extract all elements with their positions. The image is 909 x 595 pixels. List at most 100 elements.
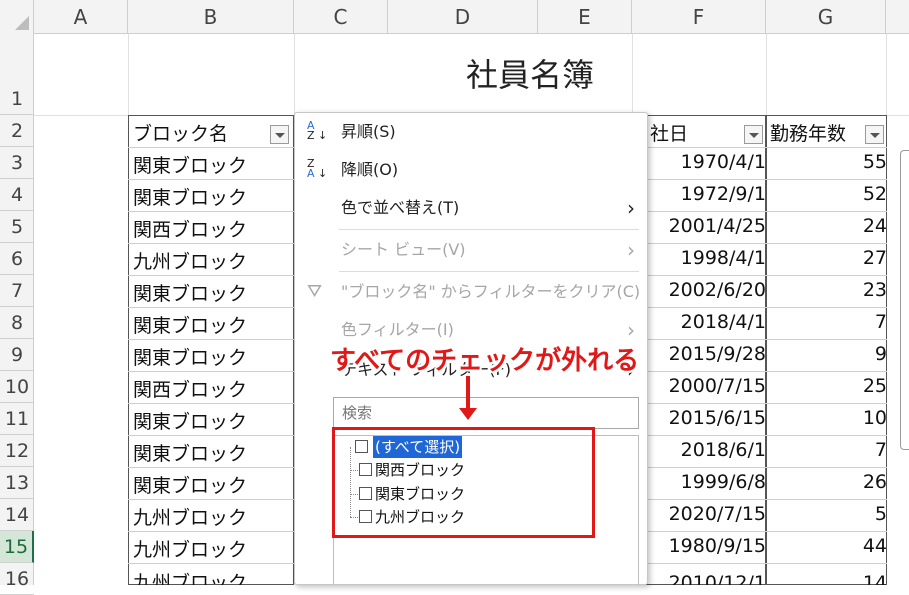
select-all-corner[interactable] <box>0 0 34 34</box>
date-cell[interactable]: 2001/4/25 <box>650 215 770 237</box>
header-cell-years[interactable]: 勤務年数 <box>770 119 846 146</box>
grid-line <box>646 371 887 372</box>
grid-line <box>646 467 887 468</box>
row-header[interactable]: 14 <box>0 499 34 531</box>
grid-line <box>128 275 294 276</box>
row-header[interactable]: 13 <box>0 467 34 499</box>
years-cell[interactable]: 25 <box>770 375 891 397</box>
date-cell[interactable]: 2002/6/20 <box>650 279 770 301</box>
block-cell[interactable]: 関東ブロック <box>133 343 247 370</box>
years-cell[interactable]: 44 <box>770 535 891 557</box>
years-cell[interactable]: 27 <box>770 247 891 269</box>
years-cell[interactable]: 14 <box>770 567 891 585</box>
row-header[interactable]: 12 <box>0 435 34 467</box>
row-header[interactable]: 7 <box>0 275 34 307</box>
years-cell[interactable]: 23 <box>770 279 891 301</box>
menu-item-sort-by-color[interactable]: 色で並べ替え(T) › <box>295 189 647 227</box>
date-cell[interactable]: 2015/9/28 <box>650 343 770 365</box>
row-header[interactable]: 16 <box>0 563 34 595</box>
grid-line <box>128 179 294 180</box>
menu-item-sort-ascending[interactable]: AZ ↓ 昇順(S) <box>295 113 647 151</box>
years-cell[interactable]: 10 <box>770 407 891 429</box>
arrow-down-icon <box>459 376 477 420</box>
row-header[interactable]: 10 <box>0 371 34 403</box>
grid-line <box>646 531 887 532</box>
block-cell[interactable]: 関東ブロック <box>133 279 247 306</box>
block-cell[interactable]: 九州ブロック <box>133 535 247 562</box>
row-header[interactable]: 1 <box>0 34 34 115</box>
header-cell-date[interactable]: 社日 <box>650 119 688 146</box>
row-header[interactable]: 2 <box>0 115 34 147</box>
header-cell-block[interactable]: ブロック名 <box>133 119 228 146</box>
grid-line <box>128 147 294 148</box>
grid-line <box>646 499 887 500</box>
grid-line <box>646 403 887 404</box>
grid-line <box>128 339 294 340</box>
menu-item-sheet-view: シート ビュー(V) › <box>295 231 647 269</box>
column-header-c[interactable]: C <box>294 0 388 34</box>
block-cell[interactable]: 関東ブロック <box>133 151 247 178</box>
block-cell[interactable]: 九州ブロック <box>133 247 247 274</box>
column-header-a[interactable]: A <box>34 0 128 34</box>
column-header-d[interactable]: D <box>388 0 538 34</box>
row-header-bar: 1 2 3 4 5 6 7 8 9 10 11 12 13 14 15 16 <box>0 34 34 595</box>
date-cell[interactable]: 1999/6/8 <box>650 471 770 493</box>
block-cell[interactable]: 関西ブロック <box>133 375 247 402</box>
row-header[interactable]: 11 <box>0 403 34 435</box>
search-input[interactable]: 検索 <box>333 397 639 429</box>
grid-line <box>128 403 294 404</box>
column-header-f[interactable]: F <box>632 0 766 34</box>
grid-line <box>128 467 294 468</box>
block-cell[interactable]: 関西ブロック <box>133 215 247 242</box>
block-cell[interactable]: 関東ブロック <box>133 439 247 466</box>
row-header[interactable]: 3 <box>0 147 34 179</box>
date-cell[interactable]: 2015/6/15 <box>650 407 770 429</box>
highlight-box <box>332 427 595 538</box>
column-header-bar: A B C D E F G <box>0 0 909 34</box>
menu-separator <box>339 229 639 230</box>
years-cell[interactable]: 7 <box>770 439 891 461</box>
years-cell[interactable]: 7 <box>770 311 891 333</box>
date-cell[interactable]: 2020/7/15 <box>650 503 770 525</box>
chevron-right-icon: › <box>627 196 635 220</box>
date-cell[interactable]: 2018/4/1 <box>650 311 770 333</box>
grid-line <box>646 435 887 436</box>
block-cell[interactable]: 関東ブロック <box>133 311 247 338</box>
menu-item-sort-descending[interactable]: ZA ↓ 降順(O) <box>295 151 647 189</box>
filter-dropdown-button[interactable] <box>744 125 763 144</box>
date-cell[interactable]: 1972/9/1 <box>650 183 770 205</box>
years-cell[interactable]: 5 <box>770 503 891 525</box>
row-header[interactable]: 4 <box>0 179 34 211</box>
filter-dropdown-button[interactable] <box>270 125 289 144</box>
block-cell[interactable]: 関東ブロック <box>133 183 247 210</box>
sort-ascending-icon: AZ ↓ <box>307 119 328 142</box>
years-cell[interactable]: 24 <box>770 215 891 237</box>
years-cell[interactable]: 9 <box>770 343 891 365</box>
row-header[interactable]: 5 <box>0 211 34 243</box>
block-cell[interactable]: 九州ブロック <box>133 503 247 530</box>
date-cell[interactable]: 2010/12/1 <box>650 567 770 585</box>
date-cell[interactable]: 1998/4/1 <box>650 247 770 269</box>
date-cell[interactable]: 1970/4/1 <box>650 151 770 173</box>
grid-line <box>646 563 887 564</box>
filter-dropdown-button[interactable] <box>865 125 884 144</box>
date-cell[interactable]: 2018/6/1 <box>650 439 770 461</box>
row-header[interactable]: 8 <box>0 307 34 339</box>
block-cell[interactable]: 関東ブロック <box>133 407 247 434</box>
years-cell[interactable]: 52 <box>770 183 891 205</box>
block-cell[interactable]: 九州ブロック <box>133 567 247 585</box>
column-header-b[interactable]: B <box>128 0 294 34</box>
row-header[interactable]: 9 <box>0 339 34 371</box>
years-cell[interactable]: 26 <box>770 471 891 493</box>
date-cell[interactable]: 2000/7/15 <box>650 375 770 397</box>
menu-item-clear-filter: ⛛ "ブロック名" からフィルターをクリア(C) <box>307 281 641 302</box>
years-cell[interactable]: 55 <box>770 151 891 173</box>
row-header[interactable]: 6 <box>0 243 34 275</box>
block-cell[interactable]: 関東ブロック <box>133 471 247 498</box>
sheet-title: 社員名簿 <box>465 56 594 94</box>
column-header-e[interactable]: E <box>538 0 632 34</box>
column-header-g[interactable]: G <box>766 0 886 34</box>
date-cell[interactable]: 1980/9/15 <box>650 535 770 557</box>
row-header-selected[interactable]: 15 <box>0 531 34 563</box>
menu-separator <box>339 271 639 272</box>
